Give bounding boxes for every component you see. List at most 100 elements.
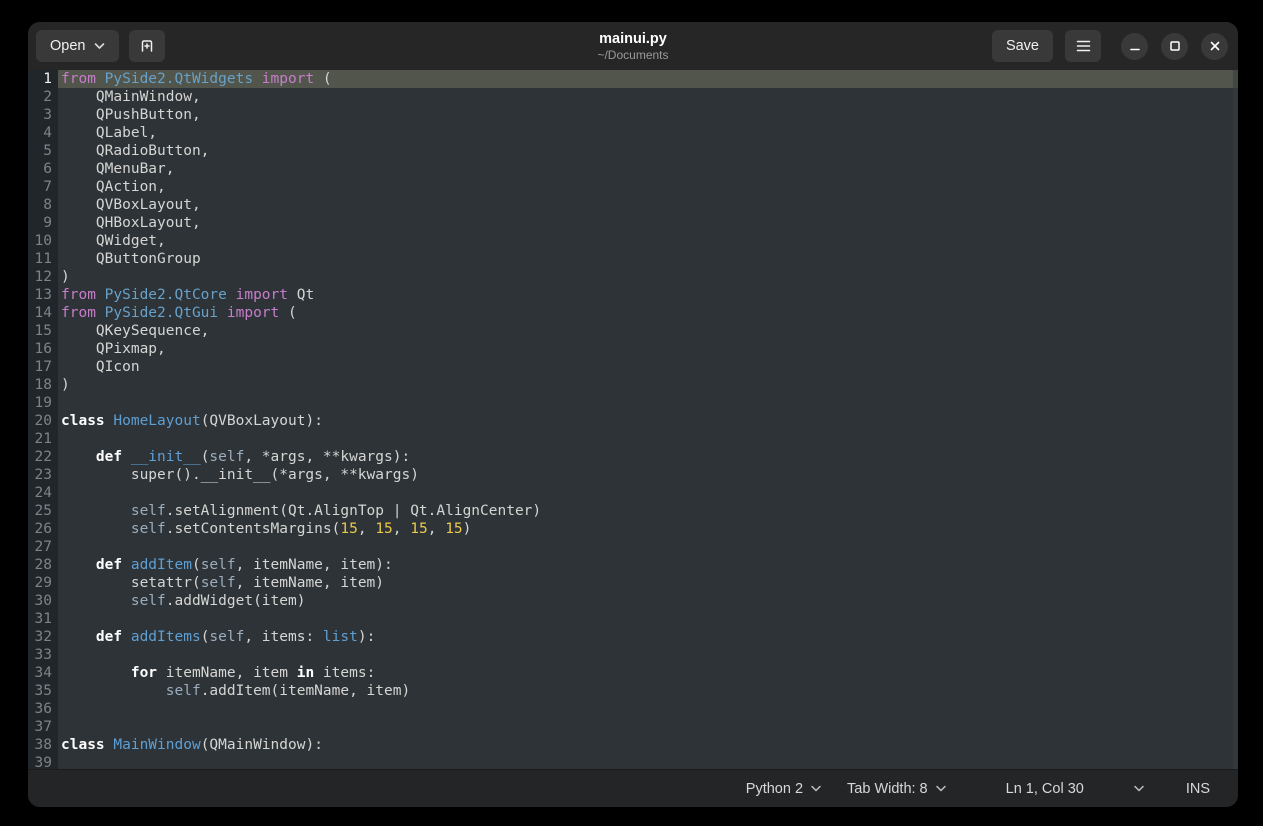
line-number: 36 (28, 700, 58, 718)
line-number: 34 (28, 664, 58, 682)
line-number: 37 (28, 718, 58, 736)
code-line[interactable]: 26 self.setContentsMargins(15, 15, 15, 1… (28, 520, 1238, 538)
line-number: 1 (28, 70, 58, 88)
line-number: 18 (28, 376, 58, 394)
code-line[interactable]: 21 (28, 430, 1238, 448)
line-number: 9 (28, 214, 58, 232)
code-line[interactable]: 36 (28, 700, 1238, 718)
code-line[interactable]: 23 super().__init__(*args, **kwargs) (28, 466, 1238, 484)
minimize-icon (1130, 41, 1140, 51)
save-button[interactable]: Save (992, 30, 1053, 62)
line-number: 25 (28, 502, 58, 520)
line-number: 8 (28, 196, 58, 214)
code-line[interactable]: 28 def addItem(self, itemName, item): (28, 556, 1238, 574)
code-line[interactable]: 30 self.addWidget(item) (28, 592, 1238, 610)
line-number: 13 (28, 286, 58, 304)
code-line[interactable]: 31 (28, 610, 1238, 628)
code-line[interactable]: 7 QAction, (28, 178, 1238, 196)
code-line[interactable]: 9 QHBoxLayout, (28, 214, 1238, 232)
headerbar-right-group: Save (992, 22, 1228, 70)
open-button[interactable]: Open (36, 30, 119, 62)
code-line[interactable]: 2 QMainWindow, (28, 88, 1238, 106)
editor-area[interactable]: 1from PySide2.QtWidgets import (2 QMainW… (28, 70, 1238, 769)
line-number: 28 (28, 556, 58, 574)
code-line[interactable]: 35 self.addItem(itemName, item) (28, 682, 1238, 700)
code-line[interactable]: 4 QLabel, (28, 124, 1238, 142)
code-line[interactable]: 5 QRadioButton, (28, 142, 1238, 160)
window-title: mainui.py (599, 31, 667, 48)
line-number: 6 (28, 160, 58, 178)
language-selector[interactable]: Python 2 (736, 775, 831, 803)
main-menu-button[interactable] (1065, 30, 1101, 62)
line-number: 14 (28, 304, 58, 322)
code-line[interactable]: 19 (28, 394, 1238, 412)
cursor-position-label: Ln 1, Col 30 (1006, 781, 1084, 797)
line-number: 27 (28, 538, 58, 556)
code-line[interactable]: 27 (28, 538, 1238, 556)
code-line[interactable]: 34 for itemName, item in items: (28, 664, 1238, 682)
statusbar: Python 2 Tab Width: 8 Ln 1, Col 30 INS (28, 769, 1238, 807)
code-line[interactable]: 8 QVBoxLayout, (28, 196, 1238, 214)
code-line[interactable]: 29 setattr(self, itemName, item) (28, 574, 1238, 592)
line-number: 7 (28, 178, 58, 196)
line-number: 24 (28, 484, 58, 502)
code-line[interactable]: 25 self.setAlignment(Qt.AlignTop | Qt.Al… (28, 502, 1238, 520)
line-number: 35 (28, 682, 58, 700)
line-number: 31 (28, 610, 58, 628)
code-line[interactable]: 11 QButtonGroup (28, 250, 1238, 268)
code-line[interactable]: 38class MainWindow(QMainWindow): (28, 736, 1238, 754)
line-number: 20 (28, 412, 58, 430)
line-number: 22 (28, 448, 58, 466)
maximize-button[interactable] (1161, 33, 1188, 60)
code-line[interactable]: 13from PySide2.QtCore import Qt (28, 286, 1238, 304)
line-number: 4 (28, 124, 58, 142)
minimize-button[interactable] (1121, 33, 1148, 60)
code-lines[interactable]: 1from PySide2.QtWidgets import (2 QMainW… (28, 70, 1238, 769)
code-line[interactable]: 33 (28, 646, 1238, 664)
code-line[interactable]: 6 QMenuBar, (28, 160, 1238, 178)
open-button-label: Open (50, 38, 85, 54)
code-line[interactable]: 39 (28, 754, 1238, 769)
headerbar-left-group: Open (36, 22, 165, 70)
vertical-scrollbar[interactable] (1233, 70, 1238, 769)
language-label: Python 2 (746, 781, 803, 797)
code-line[interactable]: 17 QIcon (28, 358, 1238, 376)
code-line[interactable]: 18) (28, 376, 1238, 394)
code-line[interactable]: 32 def addItems(self, items: list): (28, 628, 1238, 646)
window-subtitle: ~/Documents (597, 48, 668, 62)
close-icon (1210, 41, 1220, 51)
code-line[interactable]: 15 QKeySequence, (28, 322, 1238, 340)
tab-width-label: Tab Width: 8 (847, 781, 928, 797)
code-line[interactable]: 14from PySide2.QtGui import ( (28, 304, 1238, 322)
code-line[interactable]: 3 QPushButton, (28, 106, 1238, 124)
desktop-background: Open mainui.py ~/Documents (0, 0, 1263, 826)
line-number: 39 (28, 754, 58, 769)
line-number: 23 (28, 466, 58, 484)
line-number: 10 (28, 232, 58, 250)
code-line[interactable]: 16 QPixmap, (28, 340, 1238, 358)
cursor-position-button[interactable]: Ln 1, Col 30 (996, 775, 1154, 803)
code-line[interactable]: 24 (28, 484, 1238, 502)
line-number: 5 (28, 142, 58, 160)
chevron-down-icon (936, 785, 946, 792)
new-tab-button[interactable] (129, 30, 165, 62)
code-line[interactable]: 12) (28, 268, 1238, 286)
chevron-down-icon (94, 42, 105, 50)
code-line[interactable]: 10 QWidget, (28, 232, 1238, 250)
tab-width-selector[interactable]: Tab Width: 8 (837, 775, 956, 803)
insert-mode-label: INS (1186, 781, 1210, 797)
code-line[interactable]: 1from PySide2.QtWidgets import ( (28, 70, 1238, 88)
line-number: 16 (28, 340, 58, 358)
line-number: 15 (28, 322, 58, 340)
insert-mode-indicator[interactable]: INS (1176, 775, 1220, 803)
headerbar: Open mainui.py ~/Documents (28, 22, 1238, 70)
line-number: 26 (28, 520, 58, 538)
code-line[interactable]: 20class HomeLayout(QVBoxLayout): (28, 412, 1238, 430)
code-line[interactable]: 37 (28, 718, 1238, 736)
line-number: 11 (28, 250, 58, 268)
chevron-down-icon (1134, 785, 1144, 792)
new-tab-icon (139, 38, 155, 54)
close-button[interactable] (1201, 33, 1228, 60)
code-line[interactable]: 22 def __init__(self, *args, **kwargs): (28, 448, 1238, 466)
save-button-label: Save (1006, 38, 1039, 54)
